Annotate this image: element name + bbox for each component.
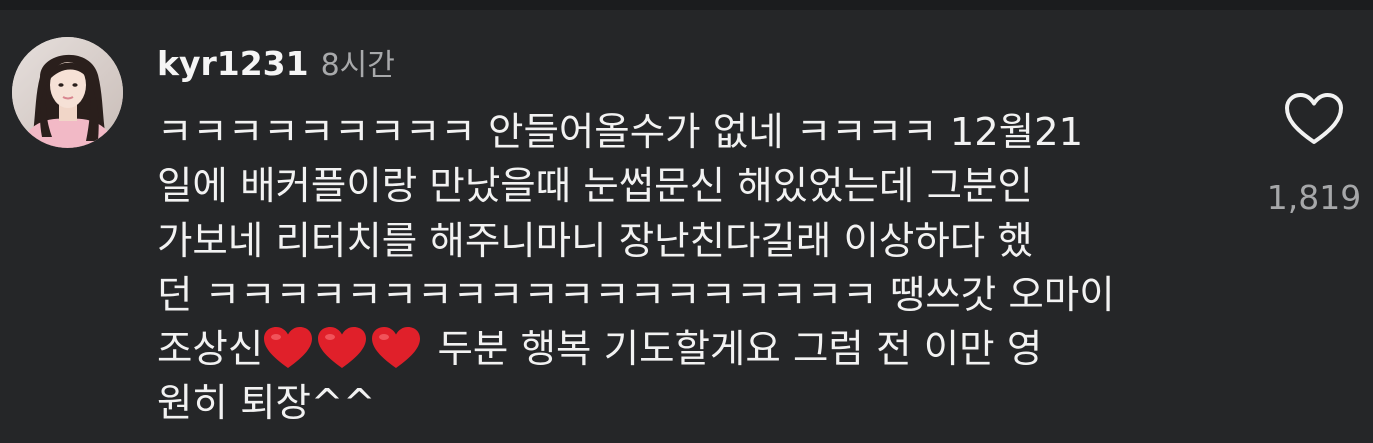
heart-emoji: [371, 326, 421, 370]
comment-item: kyr1231 8시간 ㅋㅋㅋㅋㅋㅋㅋㅋㅋ 안들어올수가 없네 ㅋㅋㅋㅋ 12월…: [0, 10, 1373, 443]
comment-header: kyr1231 8시간: [157, 40, 395, 84]
avatar[interactable]: [12, 37, 123, 148]
timestamp: 8시간: [320, 48, 395, 83]
comment-text: ㅋㅋㅋㅋㅋㅋㅋㅋㅋ 안들어올수가 없네 ㅋㅋㅋㅋ 12월21 일에 배커플이랑 …: [157, 106, 1217, 432]
like-count: 1,819: [1266, 178, 1362, 217]
heart-emoji: [317, 326, 367, 370]
heart-outline-icon: [1283, 92, 1345, 146]
heart-emoji: [263, 326, 313, 370]
top-divider: [0, 0, 1373, 10]
like-button[interactable]: [1283, 92, 1345, 146]
username[interactable]: kyr1231: [157, 44, 309, 83]
